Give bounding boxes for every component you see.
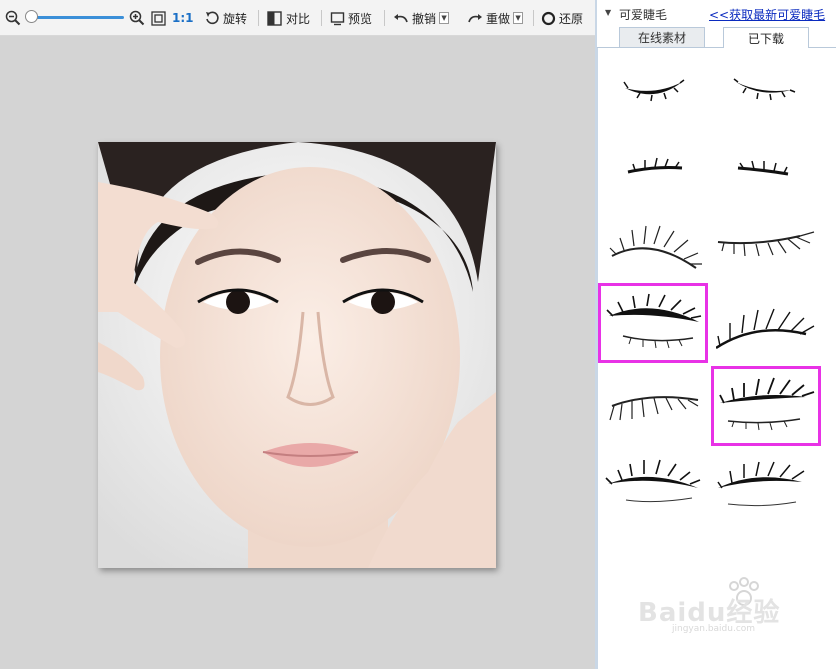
actual-size-label: 1:1: [172, 11, 194, 25]
zoom-slider-track[interactable]: [28, 16, 124, 19]
baidu-jingyan-watermark: Baidu经验 jingyan.baidu.com: [634, 572, 834, 634]
eyelash-thumbnail: [606, 293, 702, 349]
undo-label: 撤销: [412, 11, 437, 26]
editor-toolbar: 1:1 旋转 对比 预览 撤销 ▼ 重做 ▼ 还原: [0, 0, 595, 36]
preview-button[interactable]: 预览: [330, 0, 372, 36]
restore-label: 还原: [559, 11, 584, 26]
eyelash-thumbnail: [609, 396, 699, 421]
panel-title: 可爱睫毛: [619, 8, 668, 22]
watermark-url: jingyan.baidu.com: [672, 624, 756, 634]
collapse-triangle-icon[interactable]: ▼: [605, 8, 611, 17]
tab-online-materials[interactable]: 在线素材: [619, 27, 705, 47]
eyelash-thumbnail: [609, 225, 702, 269]
portrait-photo[interactable]: [98, 142, 496, 568]
rotate-icon: [206, 11, 219, 25]
restore-button[interactable]: 还原: [541, 0, 583, 36]
eyelash-item[interactable]: [716, 206, 826, 286]
rotate-label: 旋转: [223, 11, 248, 26]
eyelash-item[interactable]: [600, 366, 710, 446]
eyelash-thumbnail: [737, 160, 789, 176]
undo-history-dropdown[interactable]: ▼: [439, 12, 450, 24]
redo-icon: [468, 14, 482, 23]
eyelash-item[interactable]: [600, 48, 710, 128]
eyelash-item[interactable]: [600, 446, 710, 526]
tab-label: 在线素材: [637, 31, 686, 45]
eyelash-item[interactable]: [716, 446, 826, 526]
tab-downloaded[interactable]: 已下载: [723, 27, 809, 48]
eyelash-item-selected[interactable]: [711, 366, 821, 446]
toolbar-separator: [321, 10, 322, 26]
eyelash-item[interactable]: [716, 286, 826, 366]
eyelash-thumbnail: [716, 308, 815, 350]
eyelash-thumbnail: [719, 377, 815, 431]
redo-button[interactable]: 重做 ▼: [467, 0, 524, 36]
toolbar-separator: [258, 10, 259, 26]
eyelash-item-selected[interactable]: [598, 283, 708, 363]
portrait-image: [98, 142, 496, 568]
zoom-in-icon: [129, 10, 145, 26]
zoom-out-icon: [5, 10, 21, 26]
toolbar-separator: [384, 10, 385, 26]
redo-history-dropdown[interactable]: ▼: [513, 12, 524, 24]
preview-label: 预览: [348, 11, 373, 26]
eyelash-item[interactable]: [716, 48, 826, 128]
restore-icon: [541, 11, 556, 25]
eyelash-thumbnail: [717, 231, 815, 257]
eyelash-thumbnail: [733, 78, 796, 101]
fit-window-icon: [151, 10, 166, 26]
zoom-in-button[interactable]: [129, 0, 145, 36]
get-more-eyelashes-link[interactable]: <<获取最新可爱睫毛: [709, 6, 825, 23]
compare-icon: [267, 10, 282, 26]
eyelash-item[interactable]: [600, 206, 710, 286]
undo-icon: [394, 14, 408, 23]
redo-label: 重做: [486, 11, 511, 26]
compare-button[interactable]: 对比: [267, 0, 310, 36]
compare-label: 对比: [286, 11, 311, 26]
zoom-slider-handle[interactable]: [25, 10, 38, 23]
eyelash-panel: ▼ 可爱睫毛 <<获取最新可爱睫毛 在线素材 已下载 Baidu经验 jingy…: [597, 0, 836, 669]
zoom-out-button[interactable]: [5, 0, 21, 36]
editor-canvas[interactable]: [0, 36, 595, 669]
toolbar-separator: [533, 10, 534, 26]
tab-label: 已下载: [747, 31, 784, 46]
eyelash-thumbnail: [623, 79, 685, 102]
rotate-button[interactable]: 旋转: [204, 0, 247, 36]
fit-window-button[interactable]: [151, 0, 166, 36]
eyelash-thumbnail: [717, 461, 805, 507]
panel-header: ▼ 可爱睫毛 <<获取最新可爱睫毛: [597, 0, 836, 27]
actual-size-button[interactable]: 1:1: [172, 0, 194, 36]
undo-button[interactable]: 撤销 ▼: [393, 0, 450, 36]
eyelash-item[interactable]: [600, 126, 710, 206]
panel-tabs: 在线素材 已下载: [597, 27, 836, 48]
eyelash-thumbnail: [627, 157, 683, 174]
preview-icon: [330, 11, 345, 25]
eyelash-item[interactable]: [716, 126, 826, 206]
eyelash-thumbnail: [605, 459, 701, 503]
